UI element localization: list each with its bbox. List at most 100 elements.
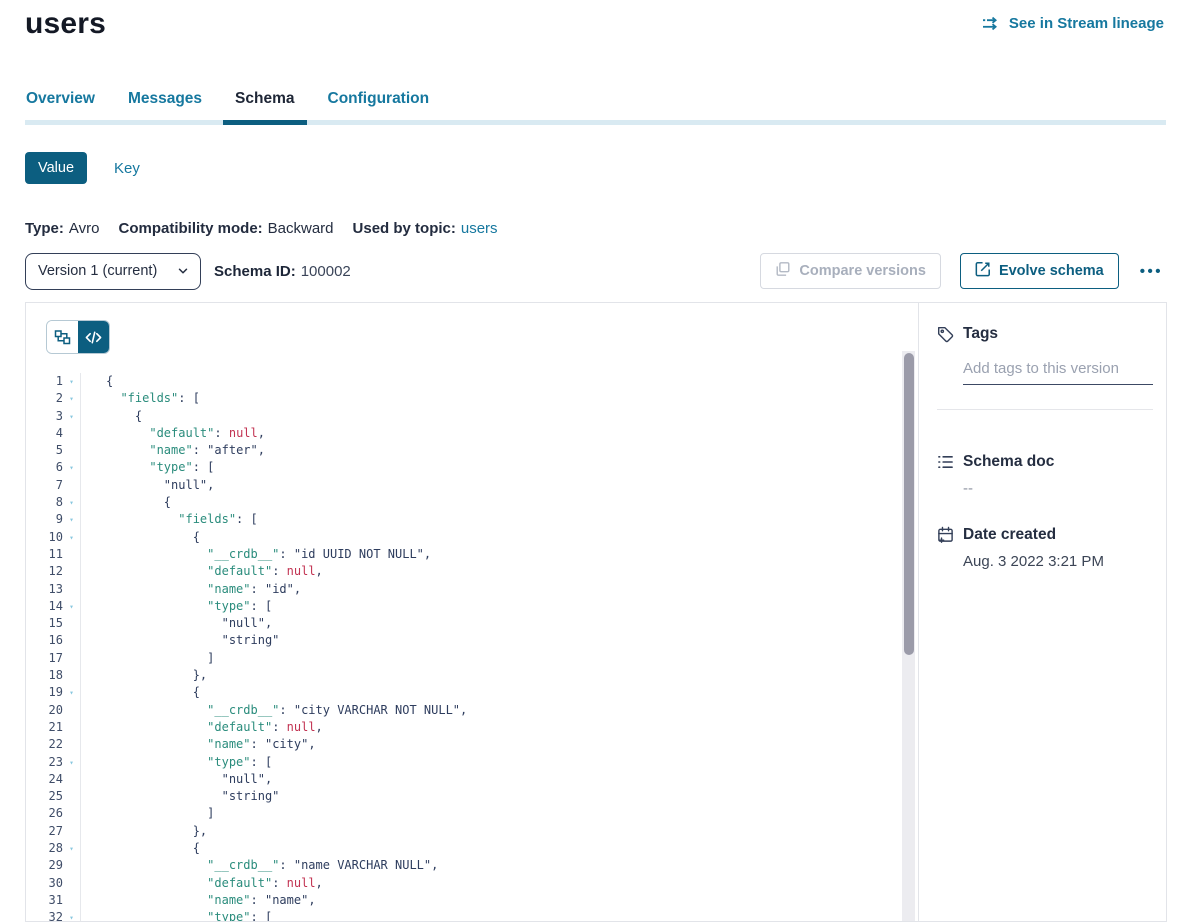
code-line: 28▾ { [26,840,900,857]
fold-toggle-icon[interactable]: ▾ [63,408,80,425]
code-line: 29 "__crdb__": "name VARCHAR NULL", [26,857,900,874]
code-line: 32▾ "type": [ [26,909,900,921]
fold-toggle-icon[interactable]: ▾ [63,684,80,701]
date-created-section: Date created Aug. 3 2022 3:21 PM [937,526,1153,570]
code-text: { [81,408,142,425]
code-line: 30 "default": null, [26,875,900,892]
fold-toggle-icon[interactable]: ▾ [63,598,80,615]
line-number: 26 [26,805,63,822]
evolve-schema-button[interactable]: Evolve schema [960,253,1119,289]
line-gutter: 21 [26,719,81,736]
code-line: 31 "name": "name", [26,892,900,909]
schema-id-label: Schema ID: [214,263,296,280]
schema-code-editor[interactable]: 1▾{2▾ "fields": [3▾ {4 "default": null,5… [26,373,900,921]
code-lines: 1▾{2▾ "fields": [3▾ {4 "default": null,5… [26,373,900,921]
line-number: 20 [26,702,63,719]
code-text: "type": [ [81,754,272,771]
date-created-header: Date created [937,526,1153,544]
line-number: 9 [26,511,63,528]
compare-versions-label: Compare versions [799,263,926,279]
editor-view-toggle [46,320,110,354]
code-line: 27 }, [26,823,900,840]
meta-value-link[interactable]: users [461,220,498,237]
code-text: { [81,494,171,511]
fold-toggle-icon[interactable]: ▾ [63,459,80,476]
code-view-button[interactable] [78,321,109,353]
tab-messages[interactable]: Messages [127,90,203,120]
line-gutter: 17 [26,650,81,667]
line-number: 24 [26,771,63,788]
tab-row: Overview Messages Schema Configuration [25,90,1166,120]
line-number: 30 [26,875,63,892]
code-line: 25 "string" [26,788,900,805]
fold-toggle-icon[interactable]: ▾ [63,373,80,390]
schema-doc-header: Schema doc [937,453,1153,471]
code-line: 12 "default": null, [26,563,900,580]
fold-toggle-icon[interactable]: ▾ [63,754,80,771]
code-text: ] [81,650,214,667]
line-number: 18 [26,667,63,684]
code-line: 2▾ "fields": [ [26,390,900,407]
page-title: users [25,4,106,44]
code-line: 21 "default": null, [26,719,900,736]
code-line: 18 }, [26,667,900,684]
code-text: "__crdb__": "name VARCHAR NULL", [81,857,438,874]
version-select[interactable]: Version 1 (current) [25,253,201,290]
code-line: 3▾ { [26,408,900,425]
code-text: { [81,684,200,701]
fold-toggle-icon[interactable]: ▾ [63,390,80,407]
line-gutter: 29 [26,857,81,874]
line-gutter: 26 [26,805,81,822]
code-text: "type": [ [81,909,272,921]
compare-versions-button: Compare versions [760,253,941,289]
line-number: 7 [26,477,63,494]
meta-label: Used by topic: [353,220,456,237]
stream-lineage-icon [982,16,1001,31]
edit-icon [975,261,991,281]
code-line: 17 ] [26,650,900,667]
code-text: { [81,373,113,390]
code-text: "null", [81,477,214,494]
line-gutter: 11 [26,546,81,563]
compare-icon [775,261,791,281]
tab-overview[interactable]: Overview [25,90,96,120]
code-line: 9▾ "fields": [ [26,511,900,528]
schema-page: users See in Stream lineage Overview Mess… [0,0,1189,916]
schema-panel: 1▾{2▾ "fields": [3▾ {4 "default": null,5… [25,302,1167,922]
line-number: 4 [26,425,63,442]
line-gutter: 1▾ [26,373,81,390]
line-gutter: 7 [26,477,81,494]
date-created-value: Aug. 3 2022 3:21 PM [963,553,1153,570]
fold-toggle-icon[interactable]: ▾ [63,840,80,857]
code-text: "type": [ [81,598,272,615]
line-gutter: 27 [26,823,81,840]
tags-section-header: Tags [937,325,1153,343]
fold-toggle-icon[interactable]: ▾ [63,909,80,921]
tab-bar: Overview Messages Schema Configuration [25,90,1166,120]
editor-scrollbar-thumb[interactable] [904,353,914,655]
tags-title: Tags [963,325,998,343]
line-gutter: 6▾ [26,459,81,476]
add-tags-input[interactable] [963,358,1153,385]
tree-view-button[interactable] [47,321,78,353]
tab-configuration[interactable]: Configuration [327,90,431,120]
more-actions-button[interactable]: ••• [1138,259,1165,284]
value-tab-button[interactable]: Value [25,152,87,184]
line-gutter: 31 [26,892,81,909]
line-number: 3 [26,408,63,425]
fold-toggle-icon[interactable]: ▾ [63,529,80,546]
tab-schema[interactable]: Schema [234,90,295,120]
fold-toggle-icon[interactable]: ▾ [63,494,80,511]
version-controls-row: Version 1 (current) Schema ID:100002 Com… [25,252,1165,290]
line-number: 11 [26,546,63,563]
fold-toggle-icon[interactable]: ▾ [63,511,80,528]
line-number: 21 [26,719,63,736]
key-tab-link[interactable]: Key [114,160,140,177]
line-number: 12 [26,563,63,580]
code-line: 5 "name": "after", [26,442,900,459]
see-in-stream-lineage-link[interactable]: See in Stream lineage [982,15,1164,32]
line-gutter: 3▾ [26,408,81,425]
code-text: "default": null, [81,563,323,580]
code-line: 11 "__crdb__": "id UUID NOT NULL", [26,546,900,563]
tag-icon [937,326,954,343]
